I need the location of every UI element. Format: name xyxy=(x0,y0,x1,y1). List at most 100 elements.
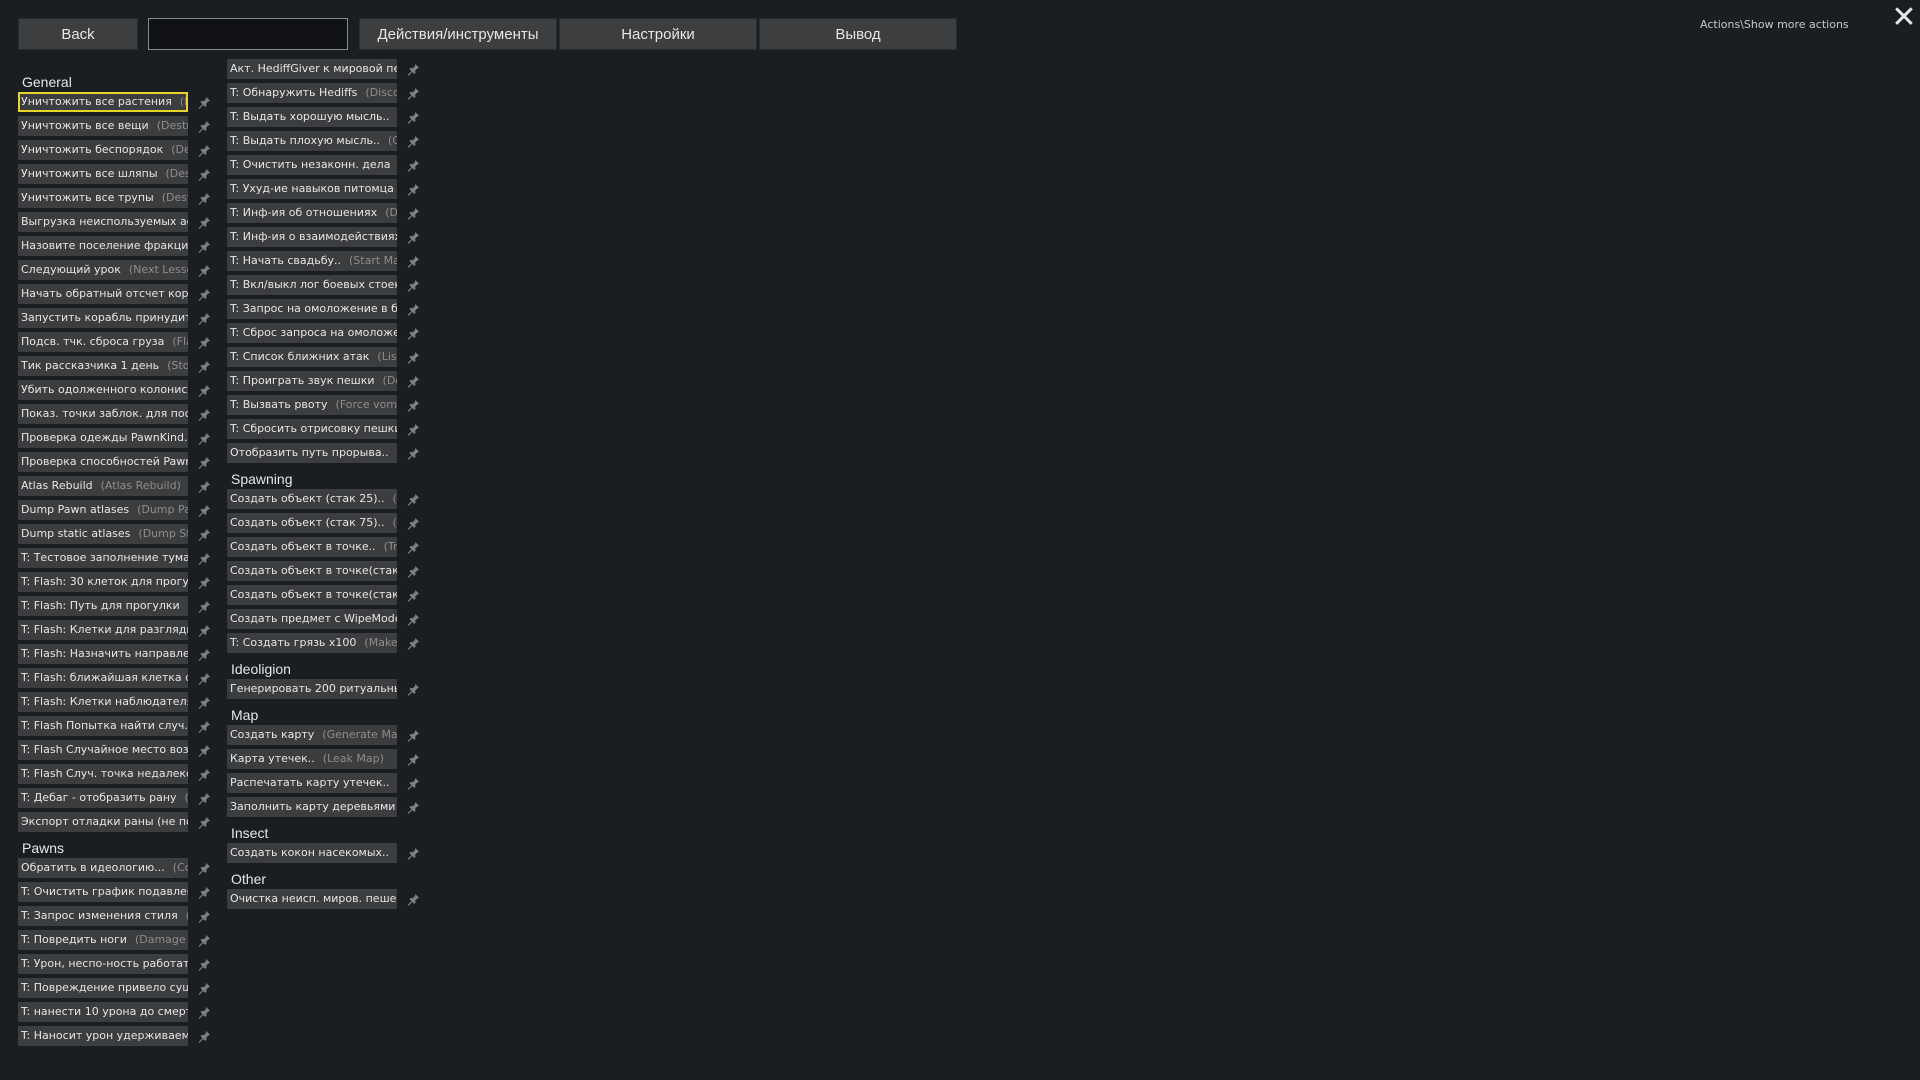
pin-icon[interactable] xyxy=(197,119,211,133)
pin-icon[interactable] xyxy=(197,743,211,757)
pin-icon[interactable] xyxy=(406,800,420,814)
action-button[interactable]: Акт. HediffGiver к мировой пешке xyxy=(227,59,397,79)
action-button[interactable]: Уничтожить все шляпы (Destroy all hats) xyxy=(18,164,188,184)
action-button[interactable]: Назовите поселение фракции xyxy=(18,236,188,256)
pin-icon[interactable] xyxy=(406,682,420,696)
action-button[interactable]: T: Тестовое заполнение тумана xyxy=(18,548,188,568)
action-button[interactable]: T: Вкл/выкл лог боевых стоек(T) xyxy=(227,275,397,295)
pin-icon[interactable] xyxy=(197,215,211,229)
action-button[interactable]: Показ. точки заблок. для посадки xyxy=(18,404,188,424)
action-button[interactable]: Создать объект в точке(стак25) xyxy=(227,585,397,605)
action-button[interactable]: Тик рассказчика 1 день (Storyteller) xyxy=(18,356,188,376)
action-button[interactable]: Atlas Rebuild (Atlas Rebuild) xyxy=(18,476,188,496)
action-button[interactable]: Подсв. тчк. сброса груза (Flash) xyxy=(18,332,188,352)
action-button[interactable]: T: Инф-ия о взаимодействиях(D) xyxy=(227,227,397,247)
action-button[interactable]: T: Список ближних атак (List Melee) xyxy=(227,347,397,367)
pin-icon[interactable] xyxy=(406,728,420,742)
pin-icon[interactable] xyxy=(406,110,420,124)
pin-icon[interactable] xyxy=(197,263,211,277)
pin-icon[interactable] xyxy=(406,422,420,436)
pin-icon[interactable] xyxy=(197,599,211,613)
action-button[interactable]: Убить одолженного колониста xyxy=(18,380,188,400)
back-button[interactable]: Back xyxy=(18,18,138,50)
action-button[interactable]: Проверка способностей PawnKind xyxy=(18,452,188,472)
action-button[interactable]: T: Начать свадьбу.. (Start Marriage) xyxy=(227,251,397,271)
pin-icon[interactable] xyxy=(406,206,420,220)
pin-icon[interactable] xyxy=(406,326,420,340)
pin-icon[interactable] xyxy=(197,191,211,205)
pin-icon[interactable] xyxy=(197,575,211,589)
action-button[interactable]: T: Запрос на омоложение в био xyxy=(227,299,397,319)
pin-icon[interactable] xyxy=(406,254,420,268)
action-button[interactable]: Заполнить карту деревьями(F) xyxy=(227,797,397,817)
pin-icon[interactable] xyxy=(406,564,420,578)
action-button[interactable]: T: Flash Попытка найти случ. клетку xyxy=(18,716,188,736)
pin-icon[interactable] xyxy=(406,846,420,860)
action-button[interactable]: T: Сбросить отрисовку пешки(F) xyxy=(227,419,397,439)
pin-icon[interactable] xyxy=(197,957,211,971)
action-button[interactable]: Создать предмет с WipeMode.. xyxy=(227,609,397,629)
action-button[interactable]: Обратить в идеологию... (Convert) xyxy=(18,858,188,878)
pin-icon[interactable] xyxy=(406,540,420,554)
action-button[interactable]: Начать обратный отсчет корабля xyxy=(18,284,188,304)
pin-icon[interactable] xyxy=(197,407,211,421)
pin-icon[interactable] xyxy=(197,815,211,829)
action-button[interactable]: Уничтожить все трупы (Destroy all corpses… xyxy=(18,188,188,208)
pin-icon[interactable] xyxy=(197,311,211,325)
pin-icon[interactable] xyxy=(406,636,420,650)
action-button[interactable]: Запустить корабль принудительно xyxy=(18,308,188,328)
pin-icon[interactable] xyxy=(406,158,420,172)
pin-icon[interactable] xyxy=(406,302,420,316)
action-button[interactable]: Проверка одежды PawnKind... xyxy=(18,428,188,448)
pin-icon[interactable] xyxy=(197,791,211,805)
pin-icon[interactable] xyxy=(406,62,420,76)
pin-icon[interactable] xyxy=(197,239,211,253)
action-button[interactable]: T: Повредить ноги (Damage Legs) xyxy=(18,930,188,950)
action-button[interactable]: T: Дебаг - отобразить рану (Ensure) xyxy=(18,788,188,808)
pin-icon[interactable] xyxy=(197,885,211,899)
pin-icon[interactable] xyxy=(197,335,211,349)
pin-icon[interactable] xyxy=(197,287,211,301)
pin-icon[interactable] xyxy=(197,527,211,541)
pin-icon[interactable] xyxy=(197,695,211,709)
tab-output[interactable]: Вывод xyxy=(759,18,957,50)
action-button[interactable]: Генерировать 200 ритуальных имён xyxy=(227,679,397,699)
pin-icon[interactable] xyxy=(406,278,420,292)
pin-icon[interactable] xyxy=(406,350,420,364)
action-button[interactable]: T: Выдать плохую мысль.. (Give) xyxy=(227,131,397,151)
action-button[interactable]: Следующий урок (Next Lesson) xyxy=(18,260,188,280)
action-button[interactable]: Dump Pawn atlases (Dump Pawn atlases) xyxy=(18,500,188,520)
action-button[interactable]: T: Запрос изменения стиля (Request) xyxy=(18,906,188,926)
pin-icon[interactable] xyxy=(406,374,420,388)
pin-icon[interactable] xyxy=(197,671,211,685)
action-button[interactable]: T: Проиграть звук пешки (Do Voice) xyxy=(227,371,397,391)
action-button[interactable]: Уничтожить все вещи (Destroy all things) xyxy=(18,116,188,136)
action-button[interactable]: Уничтожить все растения (Destroy all plan… xyxy=(18,92,188,112)
pin-icon[interactable] xyxy=(197,431,211,445)
action-button[interactable]: T: Flash: Клетки для разглядывания xyxy=(18,620,188,640)
action-button[interactable]: T: Инф-ия об отношениях (Display) xyxy=(227,203,397,223)
pin-icon[interactable] xyxy=(406,398,420,412)
action-button[interactable]: Создать карту (Generate Map) xyxy=(227,725,397,745)
pin-icon[interactable] xyxy=(197,767,211,781)
pin-icon[interactable] xyxy=(406,776,420,790)
action-button[interactable]: T: Очистить график подавления xyxy=(18,882,188,902)
action-button[interactable]: T: Сброс запроса на омоложение xyxy=(227,323,397,343)
pin-icon[interactable] xyxy=(406,182,420,196)
pin-icon[interactable] xyxy=(197,95,211,109)
show-more-actions-link[interactable]: Actions\Show more actions xyxy=(1700,18,1849,31)
action-button[interactable]: Выгрузка неиспользуемых ассетов xyxy=(18,212,188,232)
pin-icon[interactable] xyxy=(197,551,211,565)
pin-icon[interactable] xyxy=(197,861,211,875)
action-button[interactable]: T: Flash: ближайшая клетка сброса xyxy=(18,668,188,688)
pin-icon[interactable] xyxy=(406,588,420,602)
pin-icon[interactable] xyxy=(406,892,420,906)
action-button[interactable]: Карта утечек.. (Leak Map) xyxy=(227,749,397,769)
action-button[interactable]: Распечатать карту утечек..(Print) xyxy=(227,773,397,793)
pin-icon[interactable] xyxy=(197,933,211,947)
pin-icon[interactable] xyxy=(406,752,420,766)
pin-icon[interactable] xyxy=(197,909,211,923)
action-button[interactable]: T: Ухуд-ие навыков питомца(Dec) xyxy=(227,179,397,199)
pin-icon[interactable] xyxy=(197,623,211,637)
pin-icon[interactable] xyxy=(197,1005,211,1019)
